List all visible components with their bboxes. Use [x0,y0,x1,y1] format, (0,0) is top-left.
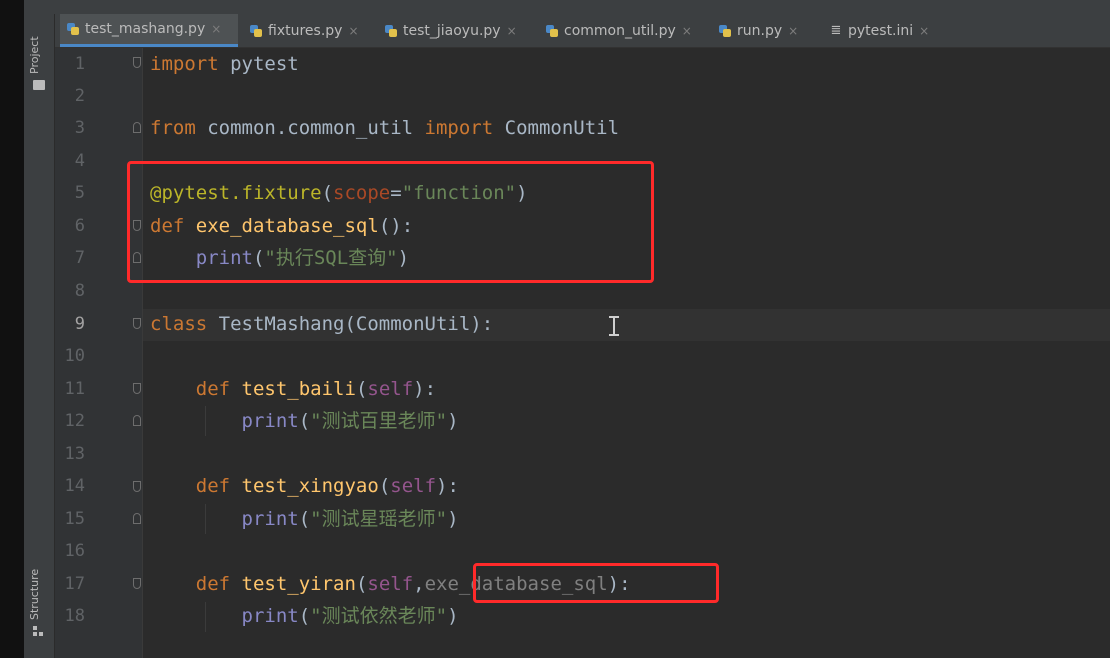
line-number: 5 [74,183,85,203]
fold-marker-icon[interactable] [131,57,143,71]
fixture-arg-highlight-box [473,563,719,603]
line-number: 2 [74,86,85,106]
line-number: 16 [64,541,85,561]
line-number: 11 [64,379,85,399]
fold-marker-icon[interactable] [131,578,143,592]
tab-common-util[interactable]: common_util.py × [539,14,701,47]
python-file-icon [718,24,732,38]
code-line-9: class TestMashang(CommonUtil): [150,313,494,335]
code-line-11: def test_baili(self): [195,378,437,400]
line-number: 3 [74,118,85,138]
fold-marker-icon[interactable] [131,383,143,397]
tab-label: fixtures.py [268,22,343,39]
tab-fixtures[interactable]: fixtures.py × [243,14,373,47]
fold-marker-icon[interactable] [131,415,143,429]
window-top-strip [0,0,1110,14]
close-icon[interactable]: × [348,24,358,38]
close-icon[interactable]: × [211,22,221,36]
tab-label: run.py [737,22,783,39]
fold-marker-icon[interactable] [131,122,143,136]
code-line-14: def test_xingyao(self): [195,475,459,497]
fold-marker-icon[interactable] [131,318,143,332]
close-icon[interactable]: × [788,24,798,38]
tab-label: common_util.py [564,22,676,39]
close-icon[interactable]: × [507,24,517,38]
tab-run[interactable]: run.py × [712,14,812,47]
left-edge [0,0,24,658]
python-file-icon [66,22,80,36]
editor-tab-bar: test_mashang.py × fixtures.py × test_jia… [55,14,1110,48]
line-number: 1 [74,54,85,74]
tool-window-strip: Project Structure [24,14,55,658]
code-line-18: print("测试依然老师") [241,605,459,627]
tab-label: pytest.ini [848,22,914,39]
line-number: 15 [64,509,85,529]
line-number: 7 [74,248,85,268]
line-number: 8 [74,281,85,301]
line-number: 17 [64,574,85,594]
line-number: 13 [64,444,85,464]
text-cursor-icon [609,316,619,336]
tab-label: test_jiaoyu.py [403,22,501,39]
fold-marker-icon[interactable] [131,513,143,527]
ini-file-icon: ≣ [830,22,842,38]
tab-test-mashang[interactable]: test_mashang.py × [60,14,238,47]
code-line-1: import pytest [150,53,299,75]
line-number: 6 [74,216,85,236]
tab-test-jiaoyu[interactable]: test_jiaoyu.py × [378,14,528,47]
line-number: 18 [64,606,85,626]
line-number: 4 [74,151,85,171]
code-line-12: print("测试百里老师") [241,410,459,432]
line-number: 12 [64,411,85,431]
code-line-15: print("测试星瑶老师") [241,508,459,530]
close-icon[interactable]: × [919,24,929,38]
tab-label: test_mashang.py [85,21,206,37]
fixture-highlight-box [127,161,654,283]
structure-icon [33,626,44,637]
folder-icon [33,80,45,90]
python-file-icon [384,24,398,38]
line-number: 14 [64,476,85,496]
code-line-3: from common.common_util import CommonUti… [150,117,620,139]
tab-pytest-ini[interactable]: ≣ pytest.ini × [823,14,948,47]
python-file-icon [249,24,263,38]
project-tool-button[interactable]: Project [28,36,41,74]
python-file-icon [545,24,559,38]
line-number-current: 9 [74,314,85,334]
line-number: 10 [64,346,85,366]
structure-tool-button[interactable]: Structure [28,569,41,620]
fold-marker-icon[interactable] [131,481,143,495]
close-icon[interactable]: × [682,24,692,38]
